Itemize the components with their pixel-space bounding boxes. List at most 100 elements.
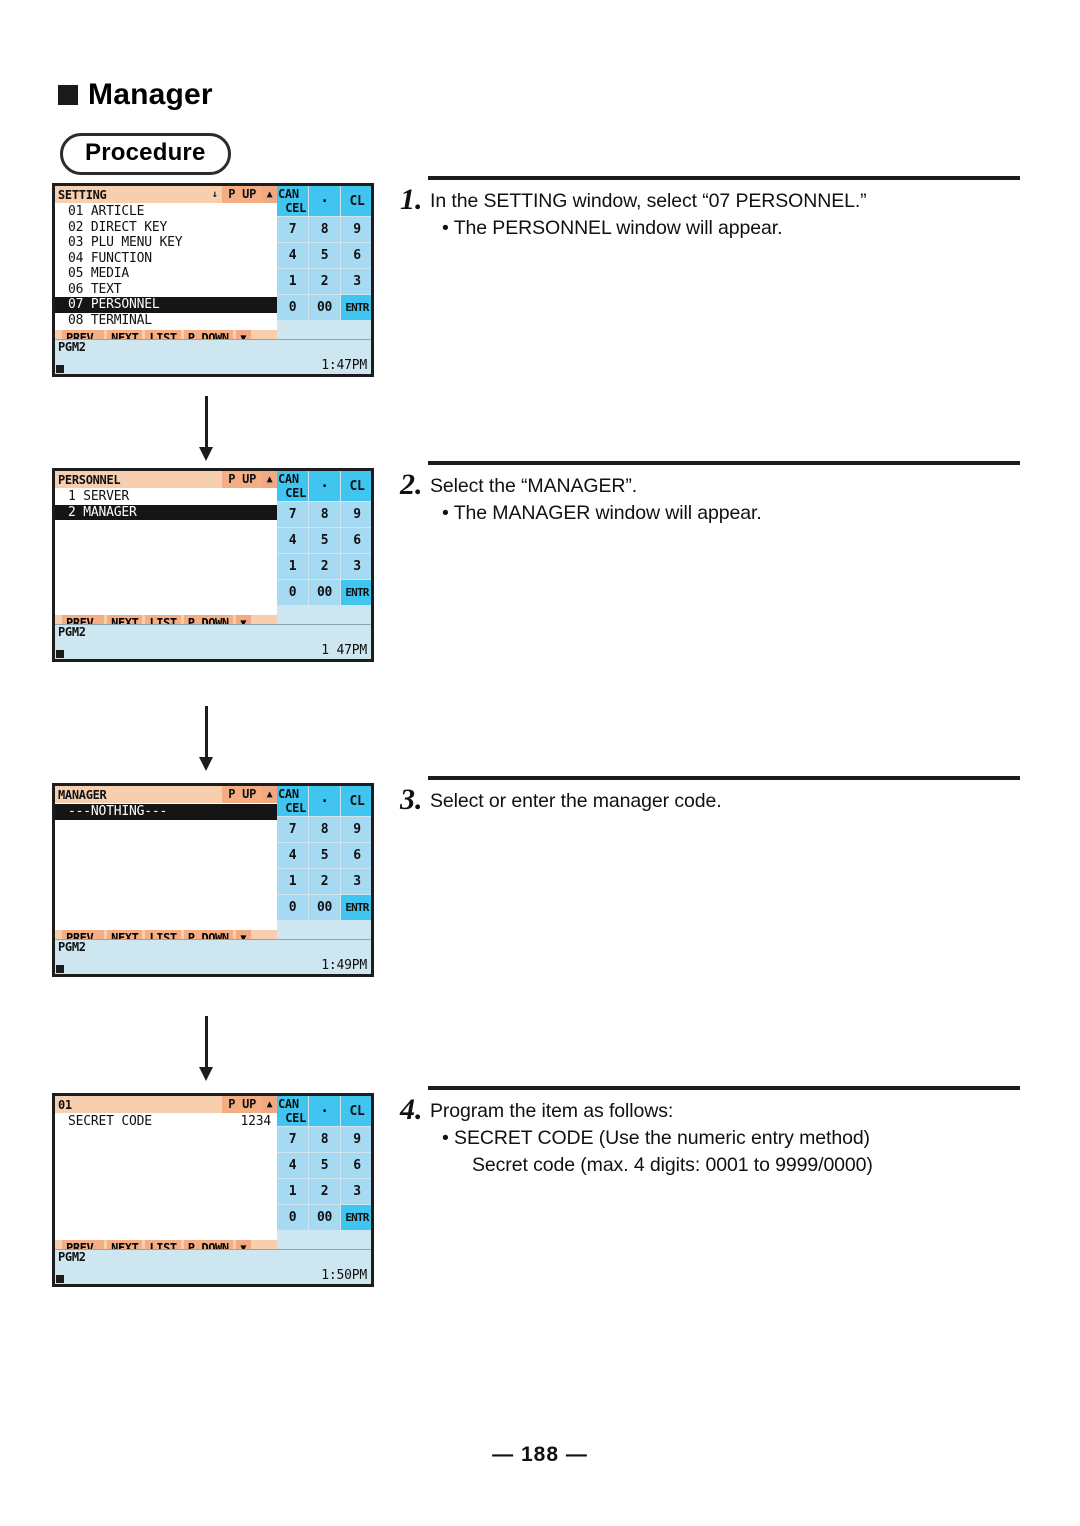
key-4[interactable]: 4 bbox=[277, 243, 308, 268]
key-3[interactable]: 3 bbox=[341, 869, 371, 894]
key-1[interactable]: 1 bbox=[277, 869, 308, 894]
key-0[interactable]: 0 bbox=[277, 580, 308, 605]
key-decimal-point[interactable]: · bbox=[309, 471, 340, 501]
key-decimal-point[interactable]: · bbox=[309, 186, 340, 216]
key-4[interactable]: 4 bbox=[277, 528, 308, 553]
key-decimal-point[interactable]: · bbox=[309, 786, 340, 816]
key-2[interactable]: 2 bbox=[309, 1179, 340, 1204]
list-item[interactable]: 07 PERSONNEL bbox=[55, 297, 277, 313]
key-7[interactable]: 7 bbox=[277, 817, 308, 842]
key-clear[interactable]: CL bbox=[341, 1096, 371, 1126]
list-item-label: 03 PLU MENU KEY bbox=[68, 235, 183, 250]
key-5[interactable]: 5 bbox=[309, 528, 340, 553]
key-9[interactable]: 9 bbox=[341, 502, 371, 527]
key-enter[interactable]: ENTR bbox=[341, 1205, 371, 1230]
scroll-up-arrow-icon[interactable]: ▲ bbox=[262, 471, 277, 488]
key-00[interactable]: 00 bbox=[309, 1205, 340, 1230]
key-7[interactable]: 7 bbox=[277, 1127, 308, 1152]
key-clear[interactable]: CL bbox=[341, 471, 371, 501]
step-1: 1. In the SETTING window, select “07 PERS… bbox=[400, 176, 1020, 242]
key-8[interactable]: 8 bbox=[309, 817, 340, 842]
key-2[interactable]: 2 bbox=[309, 554, 340, 579]
list-item[interactable]: 02 DIRECT KEY bbox=[55, 220, 277, 236]
key-3[interactable]: 3 bbox=[341, 554, 371, 579]
status-clock: 1 47PM bbox=[321, 643, 367, 658]
key-9[interactable]: 9 bbox=[341, 1127, 371, 1152]
key-4[interactable]: 4 bbox=[277, 1153, 308, 1178]
list-item[interactable]: 06 TEXT bbox=[55, 282, 277, 298]
key-6[interactable]: 6 bbox=[341, 1153, 371, 1178]
list-item[interactable]: 04 FUNCTION bbox=[55, 251, 277, 267]
key-0[interactable]: 0 bbox=[277, 1205, 308, 1230]
list-item[interactable]: 08 TERMINAL bbox=[55, 313, 277, 329]
list-item[interactable]: SECRET CODE 1234 bbox=[55, 1114, 277, 1130]
key-cancel[interactable]: CAN CEL bbox=[277, 1096, 308, 1126]
key-5[interactable]: 5 bbox=[309, 843, 340, 868]
page-number: — 188 — bbox=[492, 1443, 588, 1466]
panel-title-bar: SETTING ↓ P UP ▲ bbox=[55, 186, 277, 203]
key-6[interactable]: 6 bbox=[341, 243, 371, 268]
key-decimal-point[interactable]: · bbox=[309, 1096, 340, 1126]
key-3[interactable]: 3 bbox=[341, 1179, 371, 1204]
key-4[interactable]: 4 bbox=[277, 843, 308, 868]
page-up-button[interactable]: P UP bbox=[222, 786, 262, 803]
step-number: 4. bbox=[400, 1093, 423, 1126]
lcd-panel-personnel: PERSONNEL P UP ▲ 1 SERVER 2 MANAGER PREV. NEXT… bbox=[52, 468, 374, 662]
key-9[interactable]: 9 bbox=[341, 217, 371, 242]
status-clock: 1:47PM bbox=[321, 358, 367, 373]
key-00[interactable]: 00 bbox=[309, 295, 340, 320]
list-item[interactable]: 01 ARTICLE bbox=[55, 204, 277, 220]
key-00[interactable]: 00 bbox=[309, 580, 340, 605]
key-0[interactable]: 0 bbox=[277, 295, 308, 320]
key-8[interactable]: 8 bbox=[309, 217, 340, 242]
key-1[interactable]: 1 bbox=[277, 269, 308, 294]
key-5[interactable]: 5 bbox=[309, 243, 340, 268]
scroll-down-arrow-icon[interactable]: ↓ bbox=[207, 186, 223, 203]
scroll-up-arrow-icon[interactable]: ▲ bbox=[262, 1096, 277, 1113]
key-clear[interactable]: CL bbox=[341, 786, 371, 816]
key-6[interactable]: 6 bbox=[341, 528, 371, 553]
key-6[interactable]: 6 bbox=[341, 843, 371, 868]
key-7[interactable]: 7 bbox=[277, 217, 308, 242]
key-8[interactable]: 8 bbox=[309, 502, 340, 527]
square-bullet-icon bbox=[58, 85, 78, 105]
status-corner-marker-icon bbox=[56, 365, 64, 373]
key-enter[interactable]: ENTR bbox=[341, 895, 371, 920]
page-up-button[interactable]: P UP bbox=[222, 471, 262, 488]
key-3[interactable]: 3 bbox=[341, 269, 371, 294]
step-divider bbox=[428, 176, 1020, 180]
key-5[interactable]: 5 bbox=[309, 1153, 340, 1178]
status-corner-marker-icon bbox=[56, 965, 64, 973]
key-1[interactable]: 1 bbox=[277, 554, 308, 579]
list-item[interactable]: 05 MEDIA bbox=[55, 266, 277, 282]
key-enter[interactable]: ENTR bbox=[341, 295, 371, 320]
scroll-up-arrow-icon[interactable]: ▲ bbox=[262, 186, 277, 203]
key-2[interactable]: 2 bbox=[309, 869, 340, 894]
key-8[interactable]: 8 bbox=[309, 1127, 340, 1152]
step-instruction: Select or enter the manager code. bbox=[430, 790, 722, 812]
key-cancel[interactable]: CAN CEL bbox=[277, 471, 308, 501]
key-0[interactable]: 0 bbox=[277, 895, 308, 920]
key-7[interactable]: 7 bbox=[277, 502, 308, 527]
list-item[interactable]: 03 PLU MENU KEY bbox=[55, 235, 277, 251]
panel-title: MANAGER bbox=[58, 787, 107, 802]
list-item[interactable]: 1 SERVER bbox=[55, 489, 277, 505]
list-item-label: 06 TEXT bbox=[68, 281, 122, 297]
key-1[interactable]: 1 bbox=[277, 1179, 308, 1204]
connector-arrow-1 bbox=[199, 396, 213, 461]
scroll-up-arrow-icon[interactable]: ▲ bbox=[262, 786, 277, 803]
list-item[interactable]: 2 MANAGER bbox=[55, 504, 277, 520]
key-9[interactable]: 9 bbox=[341, 817, 371, 842]
key-cancel[interactable]: CAN CEL bbox=[277, 186, 308, 216]
page-up-button[interactable]: P UP bbox=[222, 186, 262, 203]
step-bullet: • The MANAGER window will appear. bbox=[442, 502, 762, 524]
key-enter[interactable]: ENTR bbox=[341, 580, 371, 605]
status-corner-marker-icon bbox=[56, 1275, 64, 1283]
key-00[interactable]: 00 bbox=[309, 895, 340, 920]
key-clear[interactable]: CL bbox=[341, 186, 371, 216]
key-cancel[interactable]: CAN CEL bbox=[277, 786, 308, 816]
list-item[interactable]: ---NOTHING--- bbox=[55, 804, 277, 820]
page-up-button[interactable]: P UP bbox=[222, 1096, 262, 1113]
step-divider bbox=[428, 1086, 1020, 1090]
key-2[interactable]: 2 bbox=[309, 269, 340, 294]
